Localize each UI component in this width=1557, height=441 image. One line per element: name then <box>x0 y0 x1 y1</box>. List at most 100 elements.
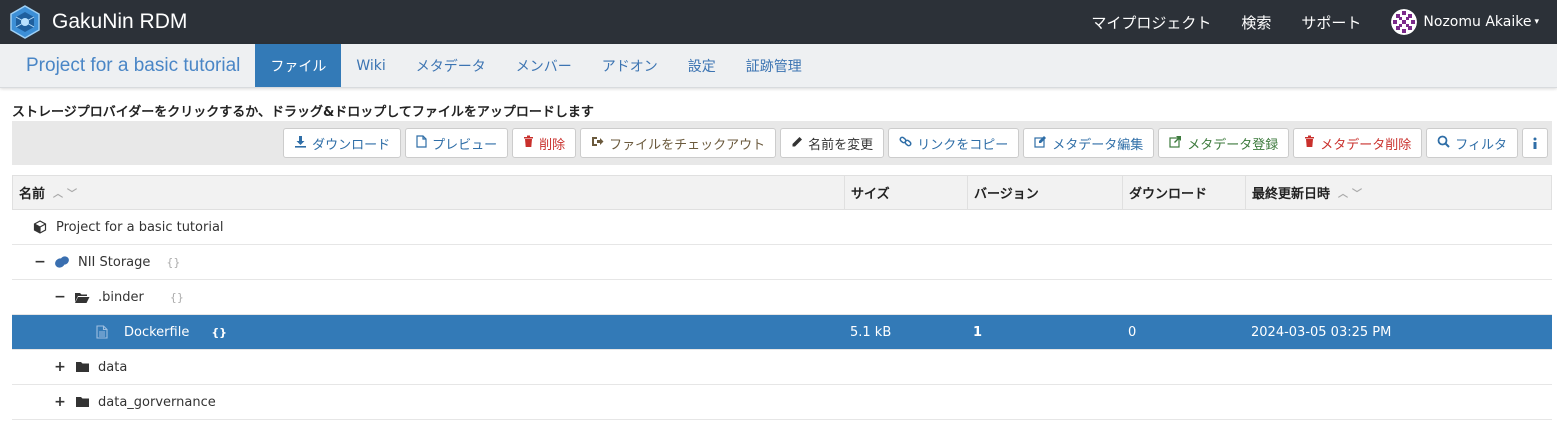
file-downloads <box>1122 210 1245 244</box>
file-downloads <box>1122 385 1245 419</box>
file-name: data <box>98 359 128 375</box>
column-name[interactable]: 名前 ︿﹀ <box>13 176 845 209</box>
file-downloads: 0 <box>1128 324 1137 340</box>
column-version-label: バージョン <box>974 187 1039 202</box>
file-version <box>967 245 1122 279</box>
checkout-button[interactable]: ファイルをチェックアウト <box>580 128 777 158</box>
file-row[interactable]: − NII Storage {} <box>12 245 1552 280</box>
edit-metadata-button[interactable]: メタデータ編集 <box>1023 128 1155 158</box>
user-name: Nozomu Akaike <box>1423 14 1532 30</box>
info-button[interactable] <box>1522 128 1548 158</box>
file-row-selected[interactable]: Dockerfile {} 5.1 kB 1 0 2024-03-05 03:2… <box>12 315 1552 350</box>
file-version <box>967 385 1122 419</box>
app-name: GakuNin RDM <box>52 10 188 33</box>
file-size <box>844 280 967 314</box>
avatar <box>1391 9 1418 35</box>
file-name: .binder <box>98 289 144 305</box>
metadata-icon[interactable]: {} <box>211 326 227 339</box>
download-icon <box>294 135 307 151</box>
pencil-icon <box>791 136 803 151</box>
file-row[interactable]: + data <box>12 350 1552 385</box>
file-size <box>844 350 967 384</box>
file-modified <box>1245 385 1552 419</box>
copy-link-label: リンクをコピー <box>917 137 1009 153</box>
filter-button[interactable]: フィルタ <box>1426 128 1518 158</box>
expand-toggle[interactable]: + <box>54 359 66 375</box>
file-version: 1 <box>973 324 983 340</box>
tab-metadata[interactable]: メタデータ <box>401 44 501 87</box>
delete-button[interactable]: 削除 <box>512 128 577 158</box>
rename-button[interactable]: 名前を変更 <box>780 128 885 158</box>
file-row[interactable]: + data_gorvernance <box>12 385 1552 420</box>
column-size-label: サイズ <box>851 187 890 202</box>
file-version <box>967 350 1122 384</box>
tab-audit-trail[interactable]: 証跡管理 <box>731 44 817 87</box>
file-size <box>844 385 967 419</box>
collapse-toggle[interactable]: − <box>34 254 46 270</box>
file-icon <box>416 135 427 151</box>
file-name: data_gorvernance <box>98 394 216 410</box>
register-metadata-button[interactable]: メタデータ登録 <box>1158 128 1290 158</box>
copy-link-button[interactable]: リンクをコピー <box>888 128 1020 158</box>
download-button[interactable]: ダウンロード <box>283 128 402 158</box>
checkout-label: ファイルをチェックアウト <box>609 137 766 153</box>
topnav-links: マイプロジェクト 検索 サポート Nozomu Akaike ▾ <box>1061 0 1539 44</box>
delete-metadata-button[interactable]: メタデータ削除 <box>1293 128 1423 158</box>
info-icon <box>1533 137 1537 149</box>
file-name: Dockerfile <box>124 324 190 340</box>
nii-storage-icon <box>54 255 70 269</box>
top-navbar: GakuNin RDM マイプロジェクト 検索 サポート Nozomu Akai… <box>0 0 1557 44</box>
filter-label: フィルタ <box>1455 137 1507 153</box>
sort-icon[interactable]: ︿﹀ <box>53 185 81 200</box>
nav-support[interactable]: サポート <box>1301 12 1361 33</box>
file-row[interactable]: − .binder {} <box>12 280 1552 315</box>
upload-instruction: ストレージプロバイダーをクリックするか、ドラッグ&ドロップしてファイルをアップロ… <box>12 105 594 120</box>
cube-icon <box>32 220 48 234</box>
column-size: サイズ <box>845 176 968 209</box>
tab-settings[interactable]: 設定 <box>673 44 731 87</box>
brand[interactable]: GakuNin RDM <box>8 5 187 39</box>
file-modified: 2024-03-05 03:25 PM <box>1251 324 1392 340</box>
expand-toggle[interactable]: + <box>54 394 66 410</box>
link-icon <box>899 135 912 151</box>
file-modified <box>1245 245 1552 279</box>
column-modified-label: 最終更新日時 <box>1252 187 1331 202</box>
file-size: 5.1 kB <box>850 324 892 340</box>
preview-label: プレビュー <box>432 137 498 153</box>
file-size <box>844 210 967 244</box>
tab-files[interactable]: ファイル <box>255 44 342 87</box>
nav-my-projects[interactable]: マイプロジェクト <box>1091 12 1211 33</box>
download-label: ダウンロード <box>312 137 391 153</box>
tab-members[interactable]: メンバー <box>501 44 587 87</box>
preview-button[interactable]: プレビュー <box>405 128 509 158</box>
metadata-icon[interactable]: {} <box>170 291 184 304</box>
file-toolbar: ダウンロード プレビュー 削除 ファイルをチェックアウト 名前を変更 リンクをコ… <box>12 121 1552 165</box>
tab-addons[interactable]: アドオン <box>587 44 673 87</box>
nav-search[interactable]: 検索 <box>1241 12 1271 33</box>
file-modified <box>1245 350 1552 384</box>
folder-icon <box>74 361 90 373</box>
rename-label: 名前を変更 <box>808 137 874 153</box>
chevron-down-icon: ▾ <box>1534 17 1539 27</box>
sort-icon[interactable]: ︿﹀ <box>1338 185 1366 200</box>
search-icon <box>1437 135 1450 151</box>
trash-icon <box>523 135 534 151</box>
folder-open-icon <box>74 291 90 304</box>
file-downloads <box>1122 350 1245 384</box>
metadata-icon[interactable]: {} <box>166 256 180 269</box>
tab-wiki[interactable]: Wiki <box>341 44 400 87</box>
edit-icon <box>1034 135 1047 151</box>
folder-icon <box>74 396 90 408</box>
gakunin-rdm-logo-icon <box>10 5 40 39</box>
file-downloads <box>1122 245 1245 279</box>
user-menu[interactable]: Nozomu Akaike ▾ <box>1391 9 1539 35</box>
file-downloads <box>1122 280 1245 314</box>
file-row[interactable]: Project for a basic tutorial <box>12 210 1552 245</box>
delete-label: 削除 <box>539 137 566 153</box>
project-title[interactable]: Project for a basic tutorial <box>0 44 255 87</box>
external-link-icon <box>1169 135 1182 151</box>
collapse-toggle[interactable]: − <box>54 289 66 305</box>
column-modified[interactable]: 最終更新日時 ︿﹀ <box>1246 176 1551 209</box>
file-version <box>967 280 1122 314</box>
column-downloads: ダウンロード <box>1123 176 1246 209</box>
